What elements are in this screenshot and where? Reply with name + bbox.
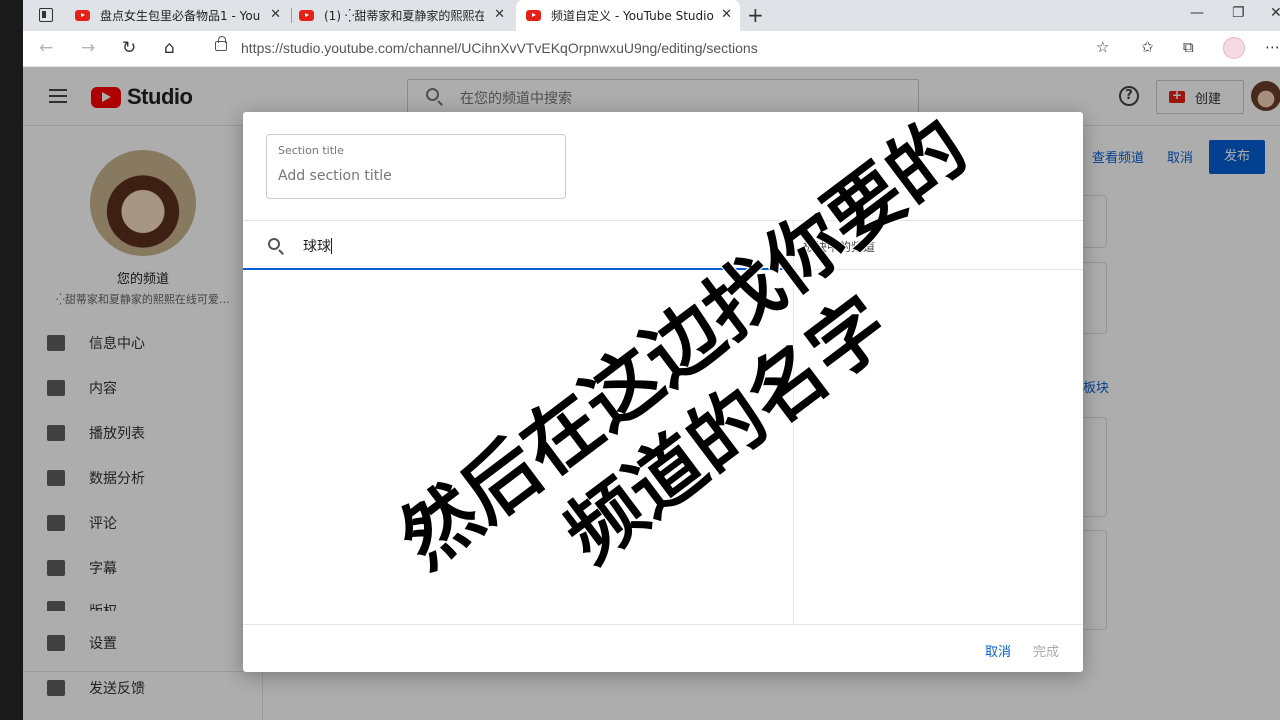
youtube-favicon-icon <box>75 10 90 21</box>
tab-2[interactable]: (1) ⁛甜蒂家和夏静家的熙熙在线 ✕ <box>299 0 513 31</box>
new-tab-icon[interactable]: + <box>747 3 764 27</box>
close-window-icon[interactable]: ✕ <box>1270 5 1280 21</box>
divider <box>243 624 1083 625</box>
youtube-favicon-icon <box>526 10 541 21</box>
youtube-favicon-icon <box>299 10 314 21</box>
back-icon[interactable]: ← <box>39 38 53 58</box>
close-tab-icon[interactable]: ✕ <box>721 7 732 22</box>
search-icon <box>268 238 280 250</box>
collections-icon[interactable]: ⧉ <box>1183 38 1194 56</box>
tab-actions-icon[interactable] <box>39 8 53 22</box>
tab-divider <box>291 8 292 23</box>
url-field[interactable]: https://studio.youtube.com/channel/UCihn… <box>203 35 1118 62</box>
tab-title: 频道自定义 - YouTube Studio <box>551 9 714 23</box>
tab-title: 盘点女生包里必备物品1 - YouTu <box>100 9 260 23</box>
text-caret <box>331 238 332 254</box>
tab-3-active[interactable]: 频道自定义 - YouTube Studio ✕ <box>516 0 740 31</box>
home-icon[interactable]: ⌂ <box>164 38 175 58</box>
browser-window: 盘点女生包里必备物品1 - YouTu ✕ (1) ⁛甜蒂家和夏静家的熙熙在线 … <box>23 0 1280 720</box>
minimize-icon[interactable]: — <box>1190 5 1204 21</box>
url-text: https://studio.youtube.com/channel/UCihn… <box>241 40 758 56</box>
close-tab-icon[interactable]: ✕ <box>270 7 281 22</box>
more-menu-icon[interactable]: ⋯ <box>1265 38 1280 56</box>
section-title-placeholder: Add section title <box>278 168 392 184</box>
forward-icon[interactable]: → <box>81 38 95 58</box>
favorites-icon[interactable]: ✩ <box>1141 38 1154 56</box>
channel-search-query: 球球 <box>303 236 332 256</box>
browser-profile-avatar[interactable] <box>1223 37 1245 59</box>
tab-strip: 盘点女生包里必备物品1 - YouTu ✕ (1) ⁛甜蒂家和夏静家的熙熙在线 … <box>23 0 1280 31</box>
section-title-field[interactable]: Section title Add section title <box>266 134 566 199</box>
search-query-text: 球球 <box>303 239 331 255</box>
address-bar-row: ← → ↻ ⌂ https://studio.youtube.com/chann… <box>23 31 1280 67</box>
dialog-cancel-button[interactable]: 取消 <box>985 641 1011 660</box>
close-tab-icon[interactable]: ✕ <box>494 7 505 22</box>
tab-title: (1) ⁛甜蒂家和夏静家的熙熙在线 <box>324 9 484 23</box>
dialog-done-button[interactable]: 完成 <box>1033 641 1059 660</box>
section-title-label: Section title <box>278 144 344 157</box>
restore-icon[interactable]: ❐ <box>1232 5 1245 21</box>
reload-icon[interactable]: ↻ <box>122 38 136 58</box>
tab-1[interactable]: 盘点女生包里必备物品1 - YouTu ✕ <box>75 0 289 31</box>
lock-icon <box>215 36 227 51</box>
favorite-add-icon[interactable]: ☆ <box>1096 38 1109 56</box>
